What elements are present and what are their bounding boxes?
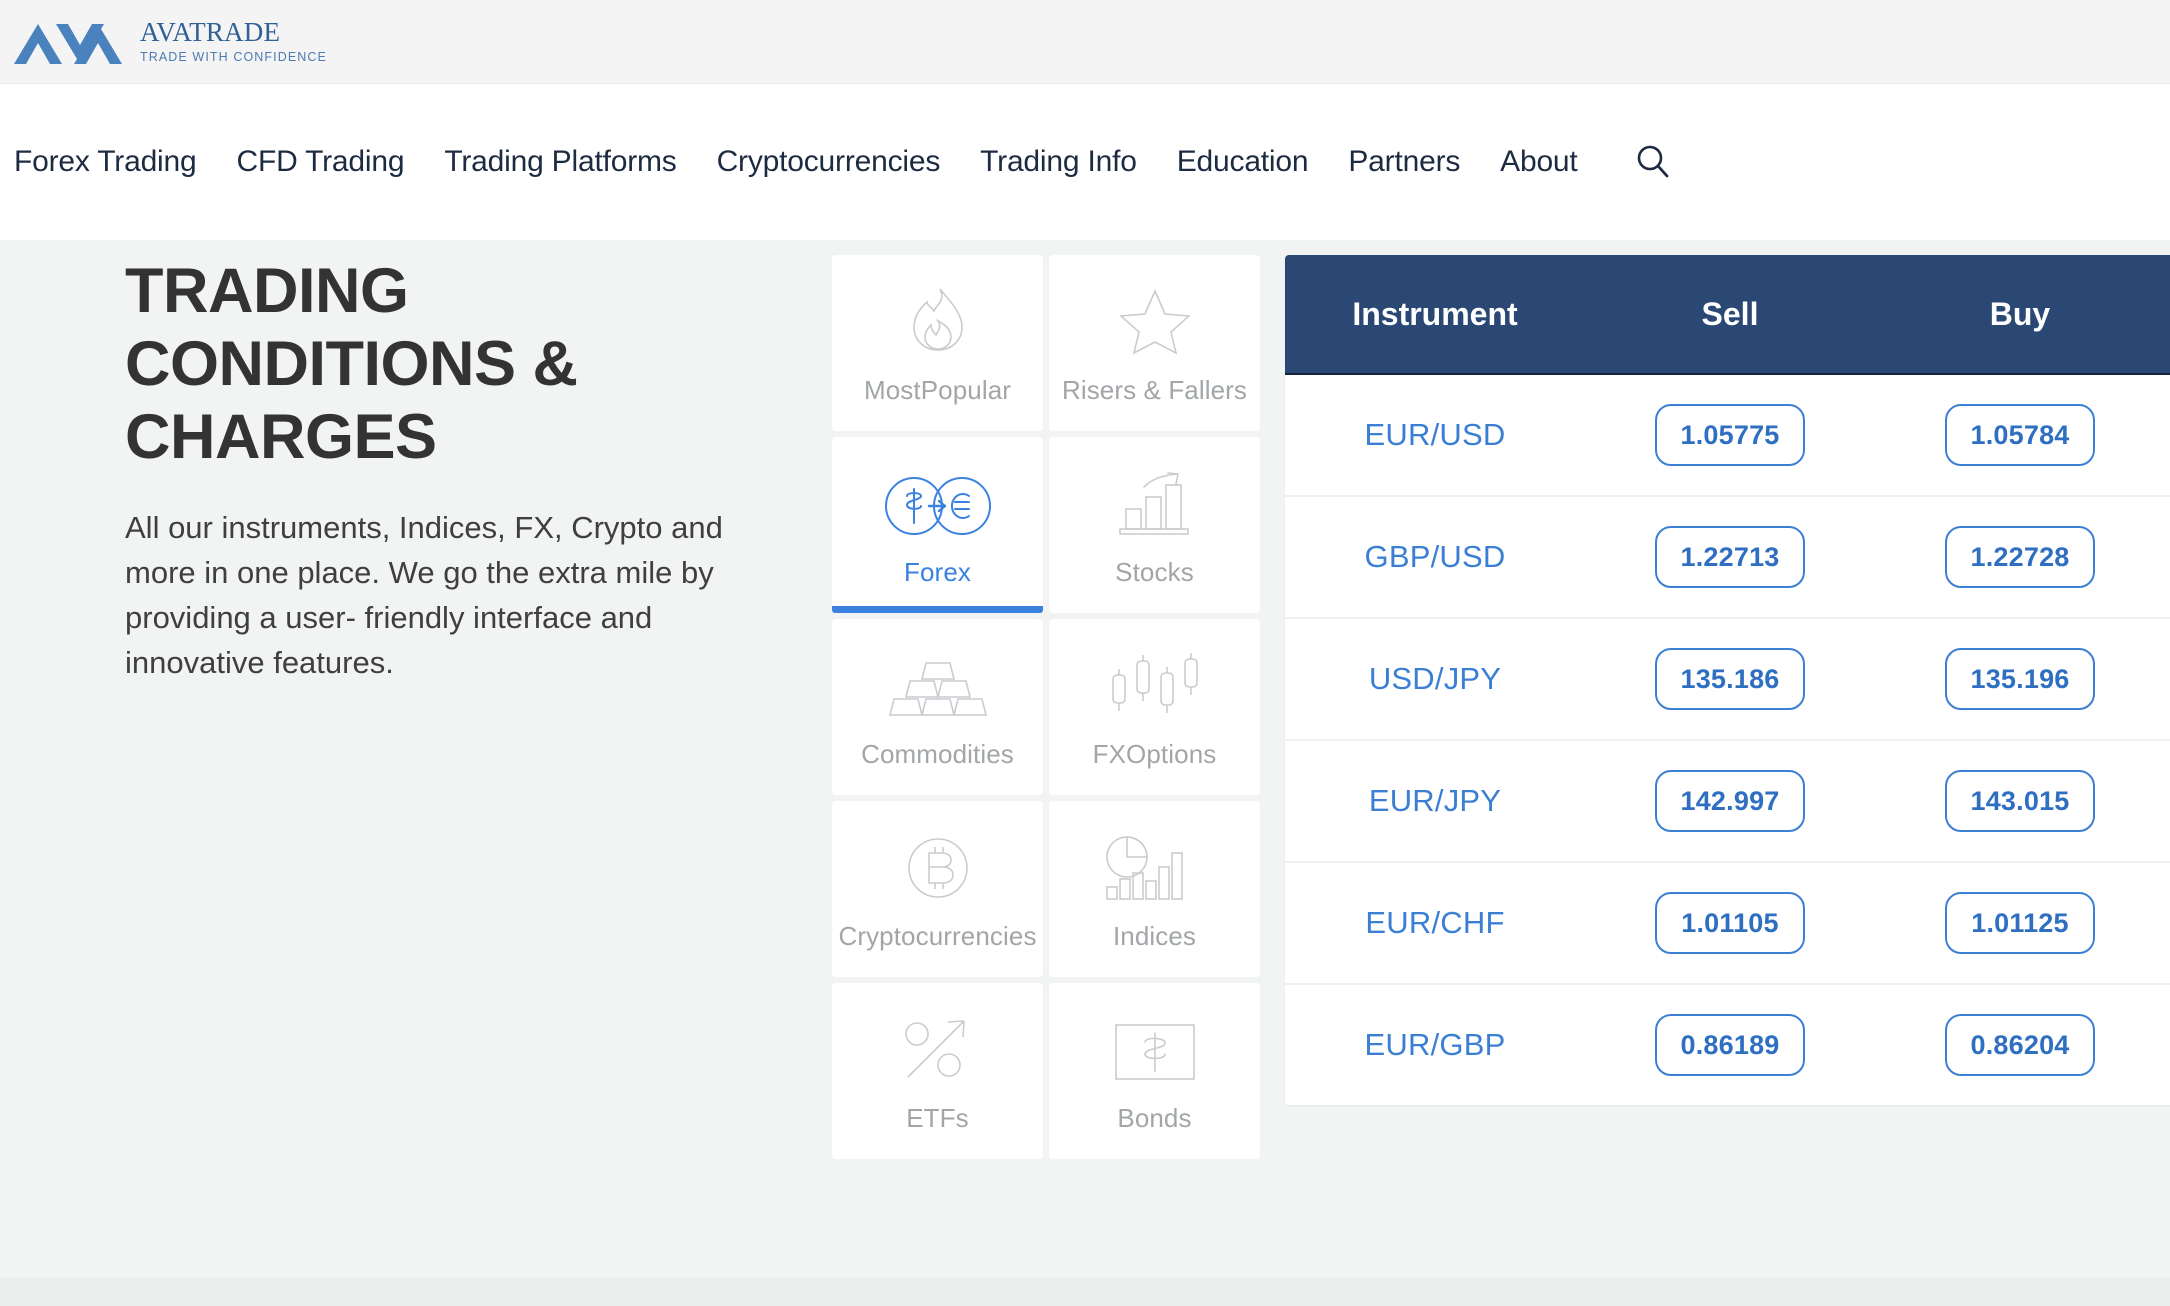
- asset-category-grid: MostPopular Risers & Fallers Forex Stock…: [832, 255, 1260, 1159]
- buy-price-button[interactable]: 1.01125: [1945, 892, 2095, 954]
- buy-cell: 0.86204: [1875, 1014, 2165, 1076]
- category-tile-commodities[interactable]: Commodities: [832, 619, 1043, 795]
- category-label: ETFs: [906, 1102, 969, 1133]
- search-button[interactable]: [1630, 139, 1676, 185]
- ava-chevron-logo-icon: [14, 23, 122, 64]
- category-tile-indices[interactable]: Indices: [1049, 801, 1260, 977]
- nav-item-about[interactable]: About: [1500, 145, 1578, 179]
- nav-item-trading-info[interactable]: Trading Info: [980, 145, 1137, 179]
- instrument-link[interactable]: USD/JPY: [1285, 661, 1585, 697]
- category-label: Cryptocurrencies: [838, 920, 1037, 951]
- sell-cell: 135.186: [1585, 648, 1875, 710]
- category-tile-risers-fallers[interactable]: Risers & Fallers: [1049, 255, 1260, 431]
- brand-tagline: TRADE WITH CONFIDENCE: [140, 50, 327, 65]
- category-tile-bonds[interactable]: Bonds: [1049, 983, 1260, 1159]
- sell-price-button[interactable]: 1.22713: [1655, 526, 1805, 588]
- buy-cell: 1.01125: [1875, 892, 2165, 954]
- table-row: GBP/USD 1.22713 1.22728: [1285, 497, 2170, 619]
- bar-chart-arrow-icon: [1118, 463, 1192, 537]
- table-row: EUR/GBP 0.86189 0.86204: [1285, 985, 2170, 1105]
- hero-paragraph: All our instruments, Indices, FX, Crypto…: [125, 510, 723, 681]
- nav-item-forex-trading[interactable]: Forex Trading: [14, 145, 197, 179]
- buy-price-button[interactable]: 1.05784: [1945, 404, 2095, 466]
- table-row: EUR/JPY 142.997 143.015: [1285, 741, 2170, 863]
- sell-cell: 142.997: [1585, 770, 1875, 832]
- candlestick-icon: [1107, 645, 1203, 719]
- column-header-instrument: Instrument: [1352, 295, 1518, 332]
- instrument-link[interactable]: GBP/USD: [1285, 539, 1585, 575]
- nav-item-education[interactable]: Education: [1177, 145, 1309, 179]
- logo[interactable]: AVATRADE TRADE WITH CONFIDENCE: [12, 18, 327, 66]
- buy-price-button[interactable]: 143.015: [1945, 770, 2095, 832]
- sell-cell: 1.01105: [1585, 892, 1875, 954]
- buy-price-button[interactable]: 135.196: [1945, 648, 2095, 710]
- nav-items: Forex Trading CFD Trading Trading Platfo…: [14, 139, 1676, 185]
- sell-cell: 1.05775: [1585, 404, 1875, 466]
- hero-copy: Trading Conditions & Charges All our ins…: [125, 255, 755, 686]
- buy-cell: 135.196: [1875, 648, 2165, 710]
- category-label: MostPopular: [863, 374, 1012, 405]
- nav-item-cfd-trading[interactable]: CFD Trading: [236, 145, 404, 179]
- table-row: USD/JPY 135.186 135.196: [1285, 619, 2170, 741]
- category-tile-fxoptions[interactable]: FXOptions: [1049, 619, 1260, 795]
- nav-item-trading-platforms[interactable]: Trading Platforms: [444, 145, 676, 179]
- brand-name: AVATRADE: [140, 17, 281, 48]
- category-label: Commodities: [861, 738, 1014, 769]
- category-tile-cryptocurrencies[interactable]: Cryptocurrencies: [832, 801, 1043, 977]
- category-label: Risers & Fallers: [1061, 374, 1248, 405]
- category-label: FXOptions: [1092, 738, 1217, 769]
- quotes-table-header: Instrument Sell Buy: [1285, 255, 2170, 375]
- quotes-table: Instrument Sell Buy EUR/USD 1.05775 1.05…: [1285, 255, 2170, 1105]
- brand-bar: AVATRADE TRADE WITH CONFIDENCE: [0, 0, 2170, 84]
- column-header-buy: Buy: [1989, 295, 2051, 332]
- page-bottom-strip: [0, 1278, 2170, 1306]
- page-title: Trading Conditions & Charges: [125, 256, 578, 473]
- currency-exchange-icon: [881, 463, 995, 537]
- banknote-dollar-icon: [1114, 1009, 1196, 1083]
- sell-price-button[interactable]: 1.01105: [1655, 892, 1805, 954]
- sell-price-button[interactable]: 0.86189: [1655, 1014, 1805, 1076]
- gold-bars-icon: [884, 645, 992, 719]
- table-row: EUR/USD 1.05775 1.05784: [1285, 375, 2170, 497]
- instrument-link[interactable]: EUR/CHF: [1285, 905, 1585, 941]
- nav-item-partners[interactable]: Partners: [1348, 145, 1460, 179]
- flame-icon: [906, 281, 970, 355]
- sell-price-button[interactable]: 1.05775: [1655, 404, 1805, 466]
- sell-cell: 0.86189: [1585, 1014, 1875, 1076]
- buy-price-button[interactable]: 1.22728: [1945, 526, 2095, 588]
- buy-cell: 143.015: [1875, 770, 2165, 832]
- instrument-link[interactable]: EUR/JPY: [1285, 783, 1585, 819]
- search-icon: [1637, 145, 1668, 178]
- category-label: Stocks: [1115, 556, 1194, 587]
- main-navigation: Forex Trading CFD Trading Trading Platfo…: [0, 84, 2170, 240]
- category-label: Bonds: [1117, 1102, 1192, 1133]
- category-tile-mostpopular[interactable]: MostPopular: [832, 255, 1043, 431]
- star-icon: [1119, 281, 1190, 355]
- instrument-link[interactable]: EUR/USD: [1285, 417, 1585, 453]
- buy-cell: 1.22728: [1875, 526, 2165, 588]
- category-tile-forex[interactable]: Forex: [832, 437, 1043, 613]
- sell-cell: 1.22713: [1585, 526, 1875, 588]
- percent-arrow-icon: [902, 1009, 974, 1083]
- sell-price-button[interactable]: 135.186: [1655, 648, 1805, 710]
- pie-bar-chart-icon: [1105, 827, 1205, 901]
- nav-item-cryptocurrencies[interactable]: Cryptocurrencies: [717, 145, 941, 179]
- main-content: Trading Conditions & Charges All our ins…: [0, 240, 2170, 1306]
- table-row: EUR/CHF 1.01105 1.01125: [1285, 863, 2170, 985]
- buy-price-button[interactable]: 0.86204: [1945, 1014, 2095, 1076]
- instrument-link[interactable]: EUR/GBP: [1285, 1027, 1585, 1063]
- category-tile-stocks[interactable]: Stocks: [1049, 437, 1260, 613]
- category-label: Forex: [904, 556, 971, 587]
- category-label: Indices: [1112, 920, 1197, 951]
- sell-price-button[interactable]: 142.997: [1655, 770, 1805, 832]
- page-root: AVATRADE TRADE WITH CONFIDENCE Forex Tra…: [0, 0, 2170, 1306]
- bitcoin-icon: [905, 827, 971, 901]
- column-header-sell: Sell: [1701, 295, 1759, 332]
- buy-cell: 1.05784: [1875, 404, 2165, 466]
- category-tile-etfs[interactable]: ETFs: [832, 983, 1043, 1159]
